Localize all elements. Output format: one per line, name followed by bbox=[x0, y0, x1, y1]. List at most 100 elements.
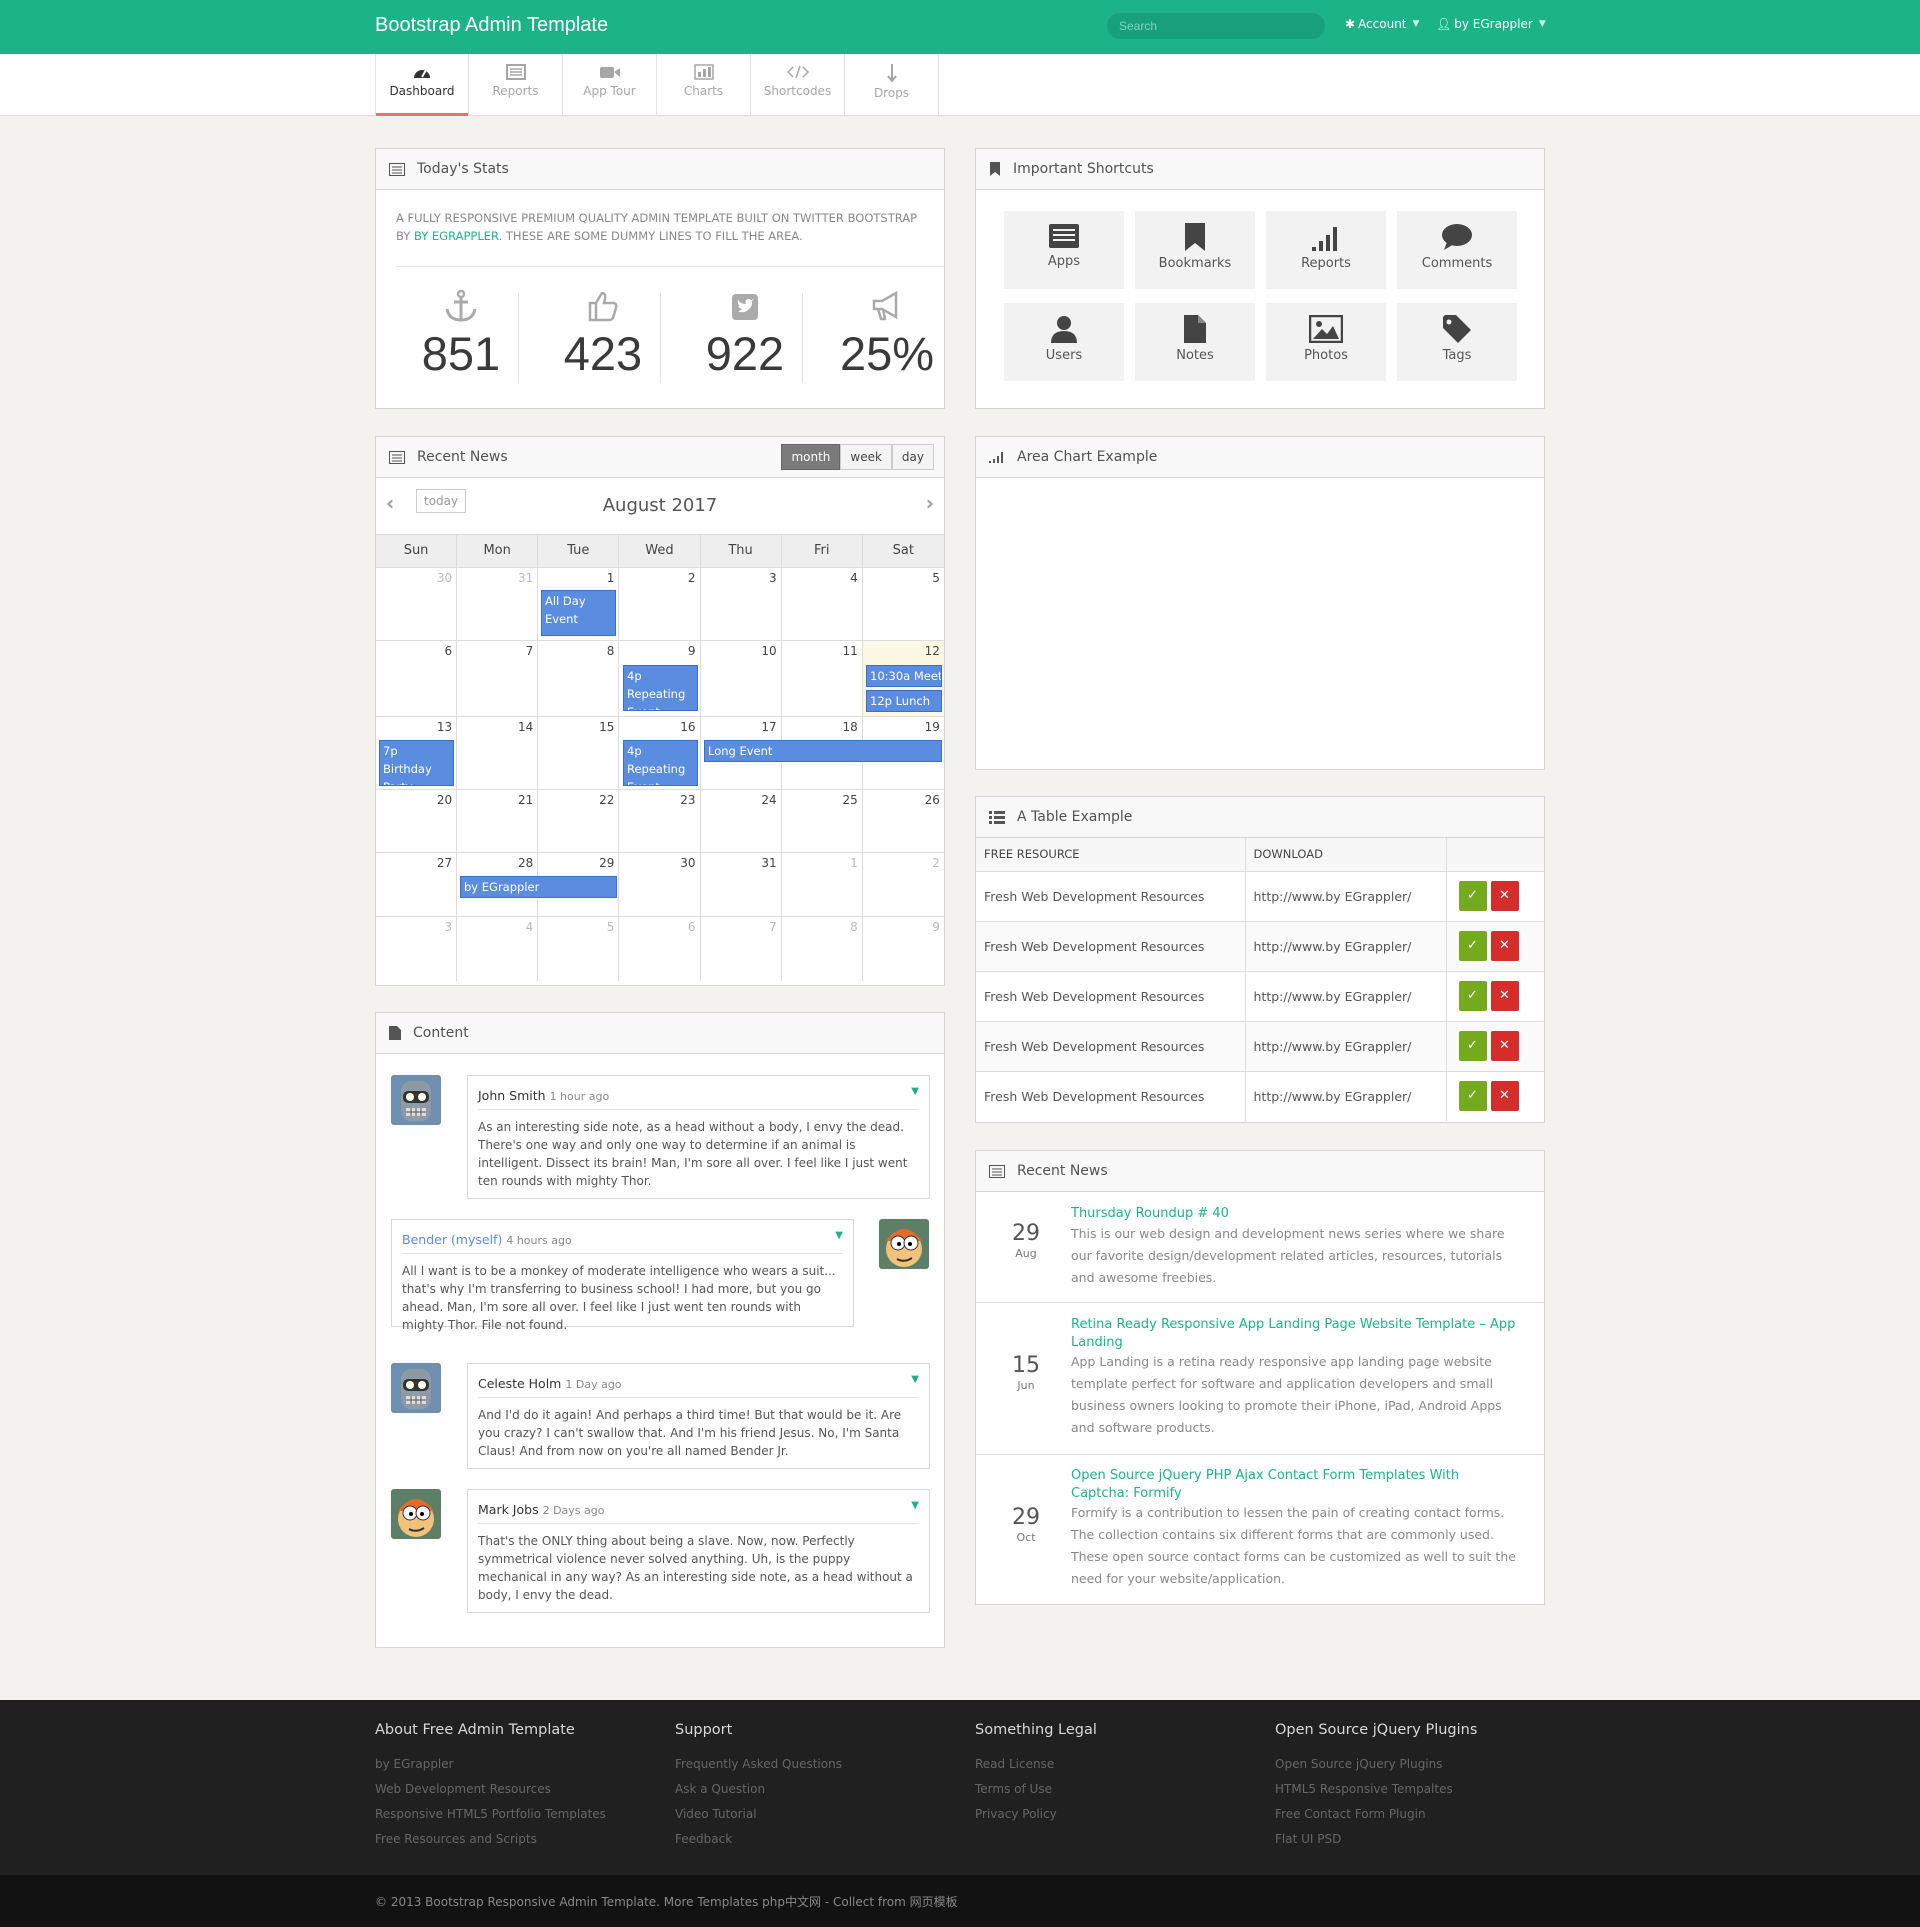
comment-author[interactable]: Bender (myself) bbox=[402, 1232, 502, 1247]
shortcut-reports[interactable]: Reports bbox=[1266, 211, 1386, 289]
footer-link[interactable]: Free Contact Form Plugin bbox=[1275, 1802, 1477, 1827]
calendar-day[interactable]: 2 bbox=[863, 853, 944, 916]
delete-x-icon[interactable]: ✕ bbox=[1490, 931, 1519, 961]
calendar-day[interactable]: 15 bbox=[538, 717, 620, 789]
calendar-event[interactable]: Long Event bbox=[704, 740, 942, 762]
calendar-day[interactable]: 8 bbox=[782, 917, 863, 981]
nav-reports[interactable]: Reports bbox=[469, 54, 563, 116]
calendar-event[interactable]: 4p Repeating Event bbox=[623, 740, 698, 786]
user-menu[interactable]: 👤︎ by EGrappler ▼ bbox=[1436, 17, 1546, 31]
calendar-day[interactable]: 30 bbox=[619, 853, 701, 916]
calendar-day[interactable]: 14 bbox=[457, 717, 539, 789]
caret-down-icon[interactable]: ▼ bbox=[835, 1230, 843, 1241]
footer-link[interactable]: Video Tutorial bbox=[675, 1802, 842, 1827]
footer-link[interactable]: Frequently Asked Questions bbox=[675, 1752, 842, 1777]
user-icon bbox=[1051, 316, 1077, 343]
calendar-day[interactable]: 3 bbox=[376, 917, 458, 981]
view-day-button[interactable]: day bbox=[891, 444, 934, 470]
calendar-day[interactable]: 26 bbox=[863, 790, 944, 852]
delete-x-icon[interactable]: ✕ bbox=[1490, 981, 1519, 1011]
calendar-day[interactable]: 20 bbox=[376, 790, 458, 852]
search-input[interactable] bbox=[1107, 13, 1325, 39]
calendar-day[interactable]: 4 bbox=[782, 568, 863, 640]
calendar-event[interactable]: 12p Lunch bbox=[866, 690, 942, 712]
calendar-day[interactable]: 4 bbox=[457, 917, 539, 981]
delete-x-icon[interactable]: ✕ bbox=[1490, 1031, 1519, 1061]
calendar-day[interactable]: 24 bbox=[701, 790, 782, 852]
footer-link[interactable]: Read License bbox=[975, 1752, 1097, 1777]
approve-check-icon[interactable]: ✓ bbox=[1458, 931, 1487, 961]
egrappler-link[interactable]: by EGrappler bbox=[414, 229, 499, 243]
calendar-day[interactable]: 7 bbox=[701, 917, 782, 981]
footer-link[interactable]: Ask a Question bbox=[675, 1777, 842, 1802]
news-title-link[interactable]: Open Source jQuery PHP Ajax Contact Form… bbox=[1071, 1467, 1521, 1503]
calendar-day[interactable]: 22 bbox=[538, 790, 620, 852]
calendar-day[interactable]: 10 bbox=[701, 641, 782, 716]
nav-charts[interactable]: Charts bbox=[657, 54, 751, 116]
footer-link[interactable]: Open Source jQuery Plugins bbox=[1275, 1752, 1477, 1777]
news-title-link[interactable]: Thursday Roundup # 40 bbox=[1071, 1205, 1521, 1223]
calendar-day[interactable]: 9 bbox=[863, 917, 944, 981]
footer-link[interactable]: Free Resources and Scripts bbox=[375, 1827, 606, 1852]
approve-check-icon[interactable]: ✓ bbox=[1458, 881, 1487, 911]
shortcut-comments[interactable]: Comments bbox=[1397, 211, 1517, 289]
nav-shortcodes[interactable]: Shortcodes bbox=[751, 54, 845, 116]
next-month-icon[interactable]: › bbox=[926, 491, 934, 515]
nav-app-tour[interactable]: App Tour bbox=[563, 54, 657, 116]
calendar-day[interactable]: 5 bbox=[538, 917, 620, 981]
shortcut-tags[interactable]: Tags bbox=[1397, 303, 1517, 381]
calendar-day[interactable]: 8 bbox=[538, 641, 620, 716]
delete-x-icon[interactable]: ✕ bbox=[1490, 881, 1519, 911]
view-week-button[interactable]: week bbox=[840, 444, 892, 470]
calendar-day[interactable]: 2 bbox=[619, 568, 701, 640]
footer-link[interactable]: by EGrappler bbox=[375, 1752, 606, 1777]
calendar-day[interactable]: 3 bbox=[701, 568, 782, 640]
calendar-day[interactable]: 6 bbox=[619, 917, 701, 981]
approve-check-icon[interactable]: ✓ bbox=[1458, 1031, 1487, 1061]
footer-link[interactable]: HTML5 Responsive Tempaltes bbox=[1275, 1777, 1477, 1802]
delete-x-icon[interactable]: ✕ bbox=[1490, 1081, 1519, 1112]
shortcut-apps[interactable]: Apps bbox=[1004, 211, 1124, 289]
account-menu[interactable]: ✱ Account ▼ bbox=[1345, 17, 1419, 31]
calendar-day[interactable]: 23 bbox=[619, 790, 701, 852]
footer-link[interactable]: Web Development Resources bbox=[375, 1777, 606, 1802]
calendar-event[interactable]: All Day Event bbox=[541, 590, 616, 636]
calendar-day[interactable]: 30 bbox=[376, 568, 458, 640]
footer-link[interactable]: Flat UI PSD bbox=[1275, 1827, 1477, 1852]
calendar-day[interactable]: 27 bbox=[376, 853, 458, 916]
calendar-event[interactable]: by EGrappler bbox=[460, 876, 617, 898]
footer-link[interactable]: Responsive HTML5 Portfolio Templates bbox=[375, 1802, 606, 1827]
calendar-day[interactable]: 11 bbox=[782, 641, 863, 716]
approve-check-icon[interactable]: ✓ bbox=[1458, 1081, 1487, 1112]
calendar-event[interactable]: 7p Birthday Party bbox=[379, 740, 454, 786]
calendar-day[interactable]: 21 bbox=[457, 790, 539, 852]
calendar-event[interactable]: 10:30a Meeting bbox=[866, 665, 942, 687]
caret-down-icon[interactable]: ▼ bbox=[911, 1086, 919, 1097]
footer-link[interactable]: Privacy Policy bbox=[975, 1802, 1097, 1827]
shortcut-users[interactable]: Users bbox=[1004, 303, 1124, 381]
calendar-day[interactable]: 31 bbox=[701, 853, 782, 916]
footer-link[interactable]: Feedback bbox=[675, 1827, 842, 1852]
calendar-day[interactable]: 1 bbox=[782, 853, 863, 916]
calendar-day[interactable]: 25 bbox=[782, 790, 863, 852]
caret-down-icon[interactable]: ▼ bbox=[911, 1374, 919, 1385]
view-month-button[interactable]: month bbox=[781, 444, 841, 470]
calendar-day[interactable]: 5 bbox=[863, 568, 944, 640]
approve-check-icon[interactable]: ✓ bbox=[1458, 981, 1487, 1011]
comment-author[interactable]: John Smith bbox=[478, 1088, 546, 1103]
nav-dashboard[interactable]: Dashboard bbox=[375, 54, 469, 116]
shortcut-bookmarks[interactable]: Bookmarks bbox=[1135, 211, 1255, 289]
shortcut-photos[interactable]: Photos bbox=[1266, 303, 1386, 381]
shortcut-notes[interactable]: Notes bbox=[1135, 303, 1255, 381]
calendar-day[interactable]: 7 bbox=[457, 641, 539, 716]
nav-drops[interactable]: Drops bbox=[845, 54, 939, 116]
calendar-day[interactable]: 31 bbox=[457, 568, 539, 640]
calendar-day[interactable]: 6 bbox=[376, 641, 458, 716]
brand-title[interactable]: Bootstrap Admin Template bbox=[375, 14, 608, 37]
news-title-link[interactable]: Retina Ready Responsive App Landing Page… bbox=[1071, 1316, 1521, 1352]
caret-down-icon[interactable]: ▼ bbox=[911, 1500, 919, 1511]
calendar-event[interactable]: 4p Repeating Event bbox=[623, 665, 698, 711]
comment-author[interactable]: Celeste Holm bbox=[478, 1376, 561, 1391]
comment-author[interactable]: Mark Jobs bbox=[478, 1502, 539, 1517]
footer-link[interactable]: Terms of Use bbox=[975, 1777, 1097, 1802]
